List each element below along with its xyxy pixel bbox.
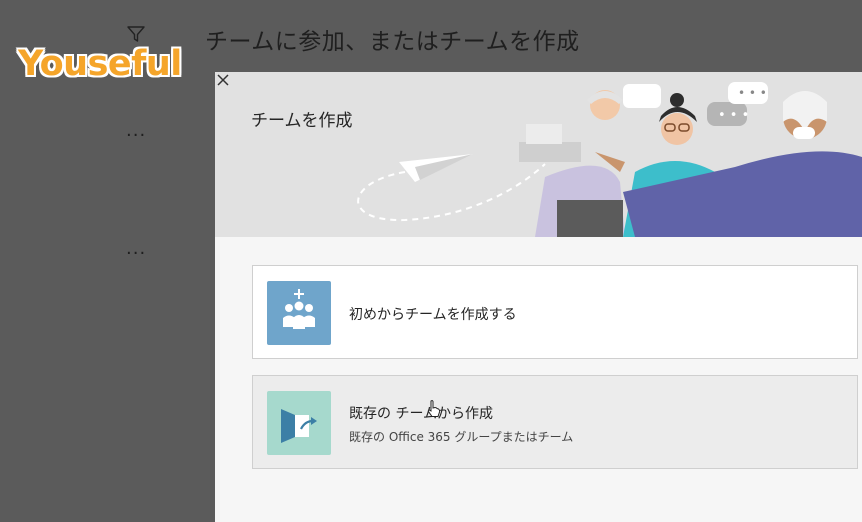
existing-team-arrow-icon	[267, 391, 331, 455]
create-from-existing-label: 既存の チームから作成	[349, 406, 494, 422]
create-from-existing-sublabel: 既存の Office 365 グループまたはチーム	[349, 430, 574, 444]
create-from-scratch-option[interactable]: 初めからチームを作成する	[252, 265, 858, 359]
create-from-scratch-label: 初めからチームを作成する	[349, 307, 517, 323]
filter-icon[interactable]	[126, 24, 146, 44]
hand-cursor-icon	[427, 400, 441, 417]
close-icon[interactable]	[215, 72, 231, 88]
people-illustration: • • • • • •	[357, 82, 862, 237]
dialog-title: チームを作成	[251, 111, 353, 131]
page-title: チームに参加、またはチームを作成	[205, 29, 580, 55]
team-plus-icon	[267, 281, 331, 345]
svg-text:• • •: • • •	[718, 108, 749, 123]
create-team-dialog: • • • • • • チームを作成 初めからチームを作成する 既存の チームか…	[215, 72, 862, 522]
watermark-logo: Youseful	[18, 44, 182, 84]
more-options-icon[interactable]: ...	[126, 120, 146, 141]
svg-text:• • •: • • •	[738, 86, 767, 100]
dialog-header-illustration: • • • • • • チームを作成	[215, 72, 862, 237]
create-from-existing-option[interactable]: 既存の チームから作成 既存の Office 365 グループまたはチーム	[252, 375, 858, 469]
more-options-icon[interactable]: ...	[126, 238, 146, 259]
